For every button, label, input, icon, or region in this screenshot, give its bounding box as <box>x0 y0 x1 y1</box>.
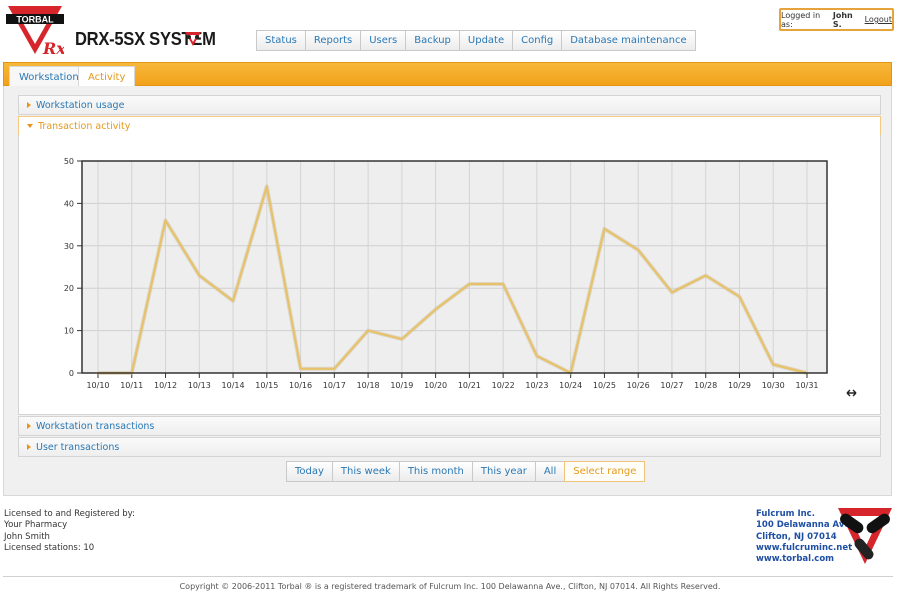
accordion-label: Workstation transactions <box>36 420 155 432</box>
login-prefix: Logged in as: <box>781 10 821 29</box>
range-select-range[interactable]: Select range <box>564 461 646 482</box>
range-this-month[interactable]: This month <box>398 461 473 482</box>
date-range-selector: Today This week This month This year All… <box>286 461 646 482</box>
logout-link[interactable]: Logout <box>865 15 892 24</box>
main-nav: Status Reports Users Backup Update Confi… <box>256 30 696 51</box>
login-status: Logged in as: John S. Logout <box>779 8 894 31</box>
x-tick-label: 10/16 <box>289 381 312 390</box>
x-tick-label: 10/15 <box>255 381 278 390</box>
x-tick-label: 10/20 <box>424 381 447 390</box>
footer-divider <box>3 576 893 577</box>
nav-reports[interactable]: Reports <box>304 30 362 51</box>
nav-database-maintenance[interactable]: Database maintenance <box>561 30 696 51</box>
x-tick-label: 10/11 <box>120 381 143 390</box>
y-tick-label: 50 <box>64 157 74 166</box>
license-pharmacy: Your Pharmacy <box>4 520 68 531</box>
x-tick-label: 10/23 <box>525 381 548 390</box>
y-tick-label: 0 <box>69 369 74 378</box>
accordion-label: Workstation usage <box>36 99 125 111</box>
y-tick-label: 40 <box>64 199 74 208</box>
x-tick-label: 10/17 <box>323 381 346 390</box>
x-tick-label: 10/14 <box>222 381 245 390</box>
license-info: Licensed to and Registered by: Your Phar… <box>4 509 135 554</box>
expand-arrow-icon <box>27 423 31 429</box>
x-tick-label: 10/29 <box>728 381 751 390</box>
x-tick-label: 10/10 <box>86 381 109 390</box>
y-tick-label: 20 <box>64 284 74 293</box>
y-tick-label: 10 <box>64 327 74 336</box>
license-stations: Licensed stations: 10 <box>4 542 95 553</box>
x-tick-label: 10/22 <box>492 381 515 390</box>
activity-panel: Workstation usage Transaction activity 0… <box>3 86 892 496</box>
expand-arrow-icon <box>27 102 31 108</box>
x-tick-label: 10/24 <box>559 381 582 390</box>
expand-arrow-icon <box>27 444 31 450</box>
x-tick-label: 10/25 <box>593 381 616 390</box>
x-tick-label: 10/21 <box>458 381 481 390</box>
nav-status[interactable]: Status <box>256 30 306 51</box>
x-tick-label: 10/18 <box>357 381 380 390</box>
transaction-chart: 0 10 20 30 40 50 10/10 10/11 10/12 10/13 10/14 10/… <box>64 157 857 397</box>
range-today[interactable]: Today <box>286 461 333 482</box>
x-tick-label: 10/28 <box>694 381 717 390</box>
range-this-week[interactable]: This week <box>331 461 400 482</box>
accordion-user-transactions[interactable]: User transactions <box>18 437 881 457</box>
y-tick-label: 30 <box>64 242 74 251</box>
copyright-notice: Copyright © 2006-2011 Torbal ® is a regi… <box>179 582 721 591</box>
x-tick-label: 10/26 <box>627 381 650 390</box>
x-tick-label: 10/31 <box>795 381 818 390</box>
x-tick-label: 10/27 <box>660 381 683 390</box>
x-tick-label: 10/13 <box>188 381 211 390</box>
tab-bar: Workstation Activity <box>3 62 892 88</box>
range-all[interactable]: All <box>534 461 566 482</box>
nav-backup[interactable]: Backup <box>405 30 460 51</box>
x-tick-label: 10/30 <box>762 381 785 390</box>
pills-icon <box>185 32 201 46</box>
resize-arrows-icon[interactable] <box>846 389 857 397</box>
nav-config[interactable]: Config <box>512 30 563 51</box>
license-owner: John Smith <box>4 531 50 542</box>
pills-logo-icon <box>838 508 892 564</box>
nav-users[interactable]: Users <box>360 30 407 51</box>
nav-update[interactable]: Update <box>458 30 514 51</box>
transaction-activity-chart-area: 0 10 20 30 40 50 10/10 10/11 10/12 10/13 10/14 10/… <box>18 135 881 415</box>
svg-text:Rx: Rx <box>42 39 64 58</box>
torbal-logo: TORBAL Rx <box>6 6 64 58</box>
license-heading: Licensed to and Registered by: <box>4 509 135 519</box>
accordion-transaction-activity[interactable]: Transaction activity <box>18 116 881 136</box>
x-tick-label: 10/19 <box>390 381 413 390</box>
accordion-label: User transactions <box>36 441 120 453</box>
tab-activity[interactable]: Activity <box>78 66 136 88</box>
collapse-arrow-icon <box>27 124 33 128</box>
accordion-workstation-transactions[interactable]: Workstation transactions <box>18 416 881 436</box>
tab-workstation[interactable]: Workstation <box>9 66 89 88</box>
login-username: John S. <box>832 10 853 29</box>
accordion-workstation-usage[interactable]: Workstation usage <box>18 95 881 115</box>
brand-wordmark: TORBAL <box>16 15 54 25</box>
x-tick-label: 10/12 <box>154 381 177 390</box>
range-this-year[interactable]: This year <box>471 461 536 482</box>
accordion-label: Transaction activity <box>38 120 131 132</box>
